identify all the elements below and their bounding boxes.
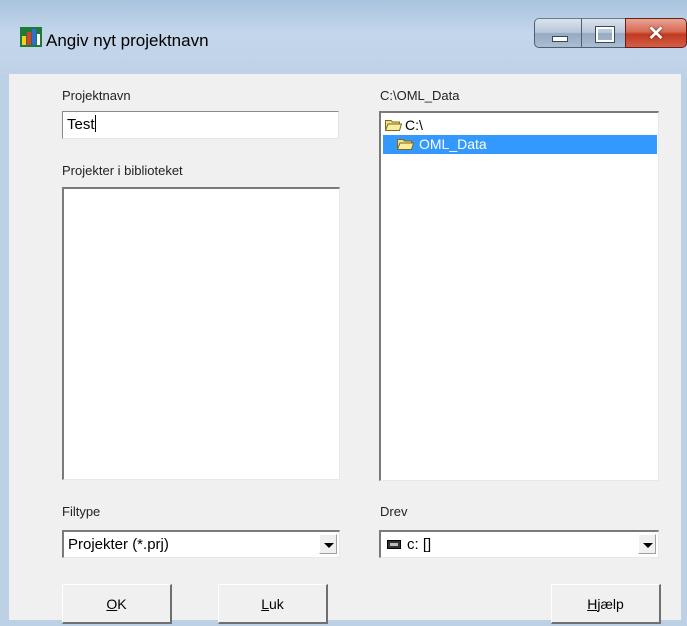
close-icon: ✕ [647, 23, 665, 45]
directory-item-root[interactable]: C:\ [383, 116, 657, 135]
filetype-select[interactable]: Projekter (*.prj) [62, 530, 340, 558]
close-label: uk [269, 596, 284, 612]
help-accel: H [587, 596, 598, 612]
close-window-button[interactable]: ✕ [625, 18, 687, 48]
title-bar[interactable]: Angiv nyt projektnavn ✕ [0, 0, 687, 74]
project-name-value: Test [67, 116, 95, 133]
chevron-down-icon[interactable] [319, 534, 337, 554]
window-frame-right [681, 74, 687, 626]
filetype-value: Projekter (*.prj) [68, 536, 169, 553]
close-dialog-button[interactable]: Luk [218, 584, 328, 624]
ok-accel: O [106, 596, 118, 612]
directory-item-label: OML_Data [419, 136, 487, 152]
project-name-input[interactable]: Test [62, 111, 339, 139]
chevron-down-icon[interactable] [638, 534, 656, 554]
help-label: jælp [597, 596, 624, 612]
drive-select[interactable]: c: [] [379, 530, 659, 558]
directory-item-label: C:\ [405, 117, 423, 133]
project-name-label: Projektnavn [62, 88, 131, 103]
minimize-button[interactable] [534, 18, 582, 48]
drive-value: c: [] [407, 536, 432, 553]
ok-label: K [117, 596, 127, 612]
directory-list[interactable]: C:\ OML_Data [379, 111, 659, 481]
drive-label: Drev [380, 504, 408, 519]
open-folder-icon [385, 120, 402, 131]
app-icon [20, 27, 42, 47]
project-library-list[interactable] [62, 187, 340, 480]
directory-item-oml-data[interactable]: OML_Data [383, 135, 657, 154]
window-title: Angiv nyt projektnavn [46, 31, 209, 50]
maximize-button[interactable] [581, 18, 626, 48]
drive-icon [387, 540, 401, 549]
filetype-label: Filtype [62, 504, 101, 519]
dialog-window: Angiv nyt projektnavn ✕ Projektnavn Test… [0, 0, 687, 626]
window-frame-left [0, 74, 9, 626]
maximize-icon [595, 26, 615, 43]
open-folder-icon [397, 139, 414, 150]
library-label: Projekter i biblioteket [62, 163, 183, 178]
ok-button[interactable]: OK [62, 584, 172, 624]
help-button[interactable]: Hjælp [551, 584, 661, 624]
text-caret [94, 115, 96, 132]
minimize-icon [552, 36, 568, 42]
close-accel: L [261, 596, 269, 612]
current-path-label: C:\OML_Data [380, 88, 460, 103]
